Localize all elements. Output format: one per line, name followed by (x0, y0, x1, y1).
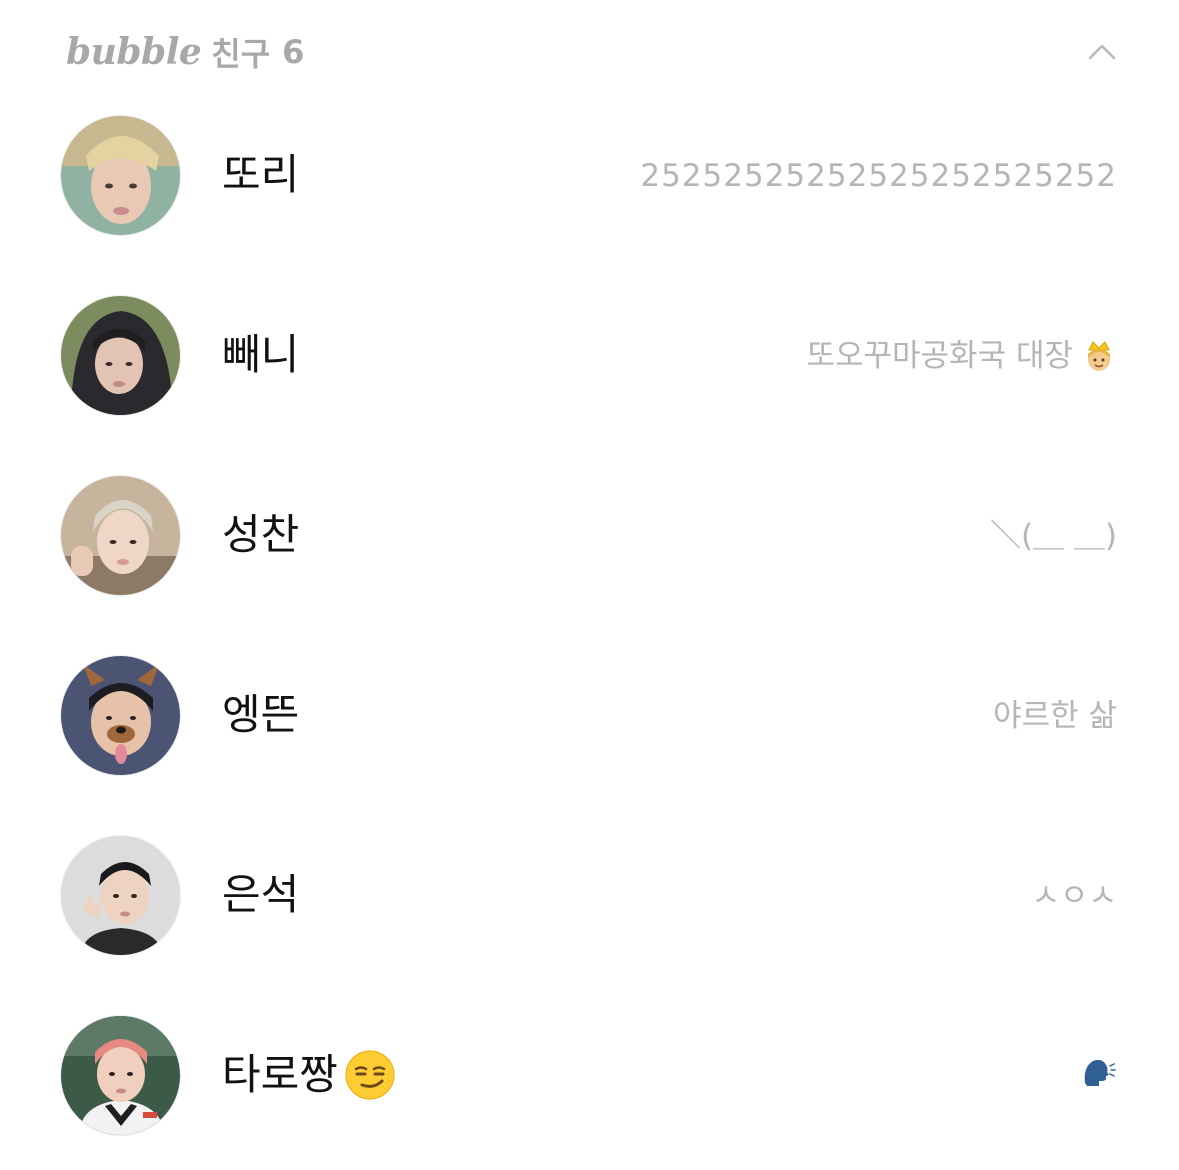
avatar[interactable] (60, 1015, 181, 1136)
friend-name-text: 타로짱 (222, 1050, 338, 1099)
status-message: ＼(＿ ＿) (989, 518, 1117, 554)
status-message: ㅅㅇㅅ (1031, 878, 1117, 914)
friend-name: 은석 (222, 870, 300, 919)
friend-name: 성찬 (222, 510, 300, 559)
friends-section: bubble 친구 6 또리 25252525252525252525252 빼… (0, 0, 1179, 1170)
friend-name: 타로짱 (222, 1045, 396, 1105)
status-text: 또오꾸마공화국 대장 (806, 338, 1073, 374)
avatar[interactable] (60, 835, 181, 956)
prince-emoji-icon (1081, 338, 1117, 374)
avatar[interactable] (60, 655, 181, 776)
friend-row[interactable]: 또리 25252525252525252525252 (0, 115, 1179, 295)
friend-row[interactable]: 빼니 또오꾸마공화국 대장 (0, 295, 1179, 475)
status-message (1073, 1053, 1117, 1089)
status-message: 25252525252525252525252 (640, 158, 1117, 194)
friend-row[interactable]: 엥뜬 야르한 삶 (0, 655, 1179, 835)
friend-name: 빼니 (222, 330, 300, 379)
avatar[interactable] (60, 295, 181, 416)
friend-row[interactable]: 성찬 ＼(＿ ＿) (0, 475, 1179, 655)
friend-list: 또리 25252525252525252525252 빼니 또오꾸마공화국 대장 (0, 115, 1179, 1170)
friend-row[interactable]: 은석 ㅅㅇㅅ (0, 835, 1179, 1015)
friend-name: 엥뜬 (222, 690, 300, 739)
section-title: 친구 (211, 35, 271, 73)
speaking-head-emoji-icon (1081, 1053, 1117, 1089)
friend-row[interactable]: 타로짱 (0, 1015, 1179, 1170)
section-header[interactable]: bubble 친구 6 (66, 22, 1118, 82)
friend-name: 또리 (222, 150, 300, 199)
avatar[interactable] (60, 115, 181, 236)
friend-count: 6 (282, 33, 305, 71)
chevron-up-icon[interactable] (1086, 36, 1118, 68)
brand-logo: bubble (66, 31, 202, 73)
smirk-emoji-icon (344, 1049, 396, 1101)
status-message: 야르한 삶 (993, 698, 1117, 734)
status-message: 또오꾸마공화국 대장 (806, 333, 1117, 379)
avatar[interactable] (60, 475, 181, 596)
